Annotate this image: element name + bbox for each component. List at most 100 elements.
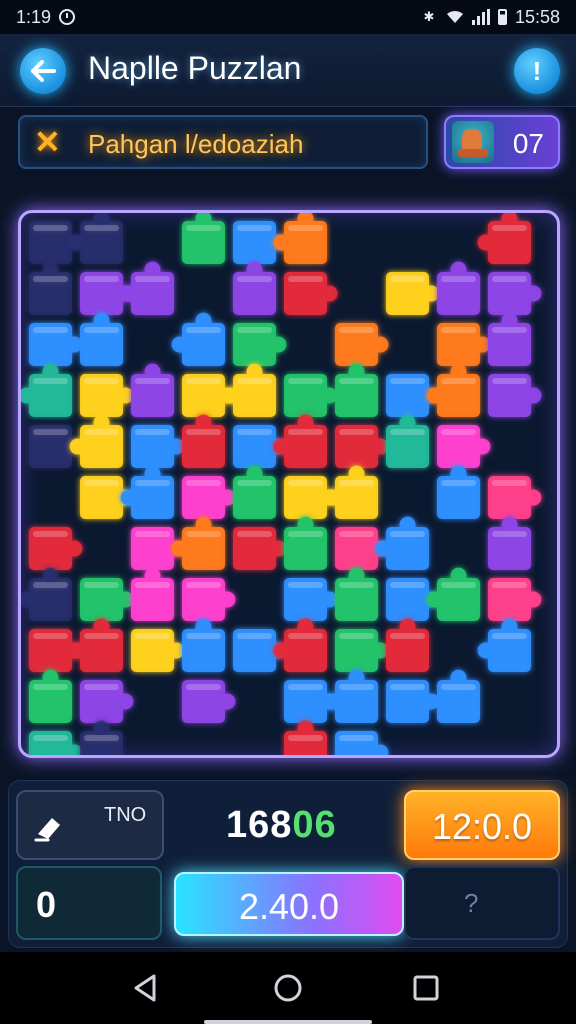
puzzle-piece[interactable] <box>69 213 123 264</box>
puzzle-piece[interactable] <box>80 578 134 621</box>
puzzle-piece[interactable] <box>284 578 338 621</box>
puzzle-piece[interactable] <box>488 516 531 570</box>
puzzle-piece[interactable] <box>324 669 378 723</box>
puzzle-piece[interactable] <box>437 261 480 315</box>
puzzle-piece[interactable] <box>386 680 440 723</box>
puzzle-piece[interactable] <box>182 680 236 723</box>
puzzle-piece[interactable] <box>233 323 287 366</box>
puzzle-piece[interactable] <box>131 567 174 621</box>
puzzle-piece[interactable] <box>273 414 327 468</box>
puzzle-piece[interactable] <box>29 731 83 755</box>
puzzle-piece[interactable] <box>426 363 480 417</box>
puzzle-piece[interactable] <box>233 527 287 570</box>
back-button[interactable] <box>20 48 66 94</box>
puzzle-piece[interactable] <box>80 374 134 417</box>
puzzle-piece[interactable] <box>131 629 185 672</box>
signal-icon <box>471 9 490 25</box>
puzzle-piece[interactable] <box>29 261 72 315</box>
puzzle-piece[interactable] <box>335 363 378 417</box>
puzzle-board[interactable] <box>18 210 560 758</box>
puzzle-piece[interactable] <box>335 425 389 468</box>
puzzle-piece[interactable] <box>69 414 123 468</box>
puzzle-piece[interactable] <box>284 516 327 570</box>
puzzle-piece[interactable] <box>284 374 338 417</box>
puzzle-piece[interactable] <box>477 618 531 672</box>
home-indicator <box>204 1020 372 1024</box>
puzzle-piece[interactable] <box>335 629 389 672</box>
puzzle-piece[interactable] <box>182 213 225 264</box>
puzzle-piece[interactable] <box>488 476 542 519</box>
puzzle-piece[interactable] <box>80 312 123 366</box>
puzzle-piece[interactable] <box>273 213 327 264</box>
character-avatar <box>452 121 494 163</box>
puzzle-piece[interactable] <box>488 578 542 621</box>
puzzle-piece[interactable] <box>29 323 83 366</box>
puzzle-piece[interactable] <box>488 312 531 366</box>
progress-button[interactable]: 2.40.0 <box>174 872 404 936</box>
back-triangle-icon[interactable] <box>128 970 164 1006</box>
puzzle-piece[interactable] <box>69 618 123 672</box>
puzzle-piece[interactable] <box>29 669 72 723</box>
puzzle-piece[interactable] <box>437 323 491 366</box>
puzzle-piece[interactable] <box>131 363 174 417</box>
puzzle-piece[interactable] <box>233 465 276 519</box>
recent-square-icon[interactable] <box>408 970 444 1006</box>
wifi-icon <box>446 8 464 26</box>
puzzle-piece[interactable] <box>335 323 389 366</box>
puzzle-piece[interactable] <box>222 363 276 417</box>
puzzle-piece[interactable] <box>182 476 236 519</box>
puzzle-piece[interactable] <box>233 261 276 315</box>
puzzle-piece[interactable] <box>386 272 440 315</box>
home-circle-icon[interactable] <box>270 970 306 1006</box>
tool-button[interactable]: TNO <box>16 790 164 860</box>
puzzle-piece[interactable] <box>335 567 378 621</box>
puzzle-piece[interactable] <box>21 363 72 417</box>
puzzle-piece[interactable] <box>29 527 83 570</box>
puzzle-piece[interactable] <box>182 414 225 468</box>
puzzle-piece[interactable] <box>437 465 480 519</box>
help-icon: ? <box>464 888 479 918</box>
puzzle-piece[interactable] <box>284 720 327 755</box>
puzzle-piece[interactable] <box>477 213 531 264</box>
bluetooth-icon: ✱ <box>423 9 435 24</box>
puzzle-piece[interactable] <box>437 669 480 723</box>
puzzle-piece[interactable] <box>171 516 225 570</box>
puzzle-piece[interactable] <box>386 414 429 468</box>
timer-button[interactable]: 12:0.0 <box>404 790 560 860</box>
help-box[interactable]: ? <box>404 866 560 940</box>
puzzle-piece[interactable] <box>426 567 480 621</box>
puzzle-piece[interactable] <box>284 272 338 315</box>
puzzle-piece[interactable] <box>386 618 429 672</box>
navigation-bar <box>0 952 576 1024</box>
score-tail: 06 <box>292 804 337 846</box>
piece-counter[interactable]: 07 <box>444 115 560 169</box>
puzzle-piece[interactable] <box>171 312 225 366</box>
puzzle-piece[interactable] <box>488 374 542 417</box>
puzzle-piece[interactable] <box>120 465 174 519</box>
battery-icon <box>497 9 507 25</box>
x-icon[interactable]: ✕ <box>34 123 61 161</box>
info-button[interactable]: ! <box>514 48 560 94</box>
puzzle-piece[interactable] <box>182 618 225 672</box>
arrow-left-icon <box>31 60 56 82</box>
puzzle-piece[interactable] <box>120 261 174 315</box>
progress-value: 2.40.0 <box>238 886 340 927</box>
target-bar: ✕ Pahgan l/edoaziah <box>18 115 428 169</box>
clock-icon <box>59 9 76 25</box>
puzzle-piece[interactable] <box>488 272 542 315</box>
tool-label: TNO <box>104 804 147 826</box>
puzzle-piece[interactable] <box>182 578 236 621</box>
status-bar: 1:19 ✱ 15:58 <box>0 0 576 34</box>
puzzle-grid[interactable] <box>21 213 557 755</box>
puzzle-piece[interactable] <box>80 680 134 723</box>
puzzle-piece[interactable] <box>335 731 389 755</box>
puzzle-piece[interactable] <box>21 567 72 621</box>
puzzle-piece[interactable] <box>131 425 185 468</box>
puzzle-piece[interactable] <box>80 720 123 755</box>
puzzle-piece[interactable] <box>437 425 491 468</box>
puzzle-piece[interactable] <box>375 516 429 570</box>
exclamation-icon: ! <box>532 55 542 86</box>
puzzle-piece[interactable] <box>324 465 378 519</box>
puzzle-piece[interactable] <box>273 618 327 672</box>
moves-value: 0 <box>36 884 57 925</box>
